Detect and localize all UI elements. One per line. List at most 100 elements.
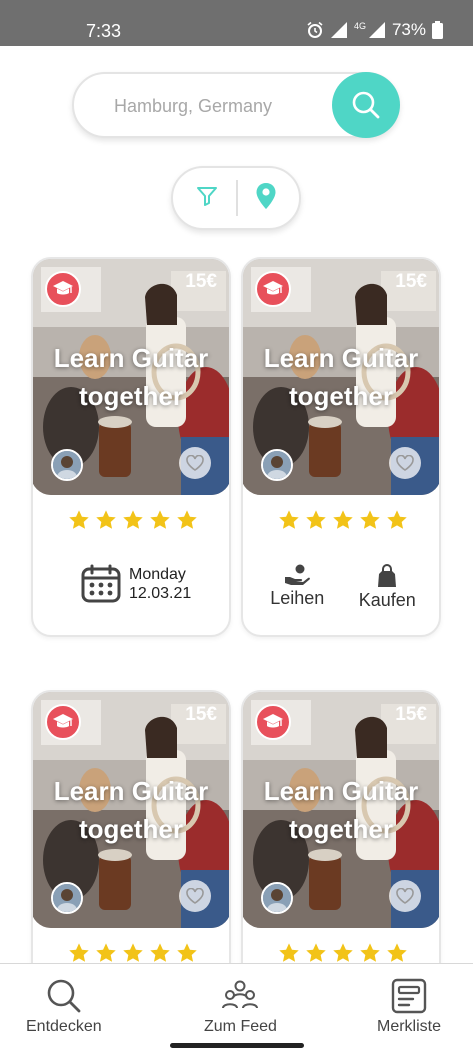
- course-title: Learn Guitar together: [53, 776, 209, 844]
- location-pin-icon: [256, 182, 276, 209]
- course-image: 15€ Learn Guitar together: [243, 259, 439, 495]
- signal-icon: [330, 22, 347, 38]
- avatar: [51, 882, 83, 914]
- rent-label: Leihen: [270, 588, 325, 608]
- status-bar: 7:33 4G 73%: [0, 0, 473, 46]
- date-value: 12.03.21: [129, 585, 192, 602]
- star-icon: [387, 943, 407, 962]
- star-icon: [360, 510, 380, 529]
- signal-4g-icon: [368, 22, 385, 38]
- heart-icon: [396, 455, 414, 471]
- rent-button[interactable]: Leihen: [270, 564, 324, 611]
- star-icon: [333, 943, 353, 962]
- buy-button[interactable]: Kaufen: [359, 564, 416, 611]
- shopping-bag-icon: [378, 564, 397, 587]
- course-card[interactable]: 15€ Learn Guitar together: [241, 690, 441, 1000]
- bottom-navigation: Entdecken Zum Feed Merkliste: [0, 963, 473, 1050]
- category-badge: [45, 271, 81, 307]
- nav-item-merkliste[interactable]: Merkliste: [377, 978, 441, 1036]
- home-indicator[interactable]: [170, 1043, 304, 1048]
- category-badge: [255, 704, 291, 740]
- location-button[interactable]: [255, 182, 277, 215]
- favorite-button[interactable]: [179, 447, 211, 479]
- alarm-icon: [307, 21, 323, 38]
- graduation-cap-icon: [53, 281, 73, 295]
- star-icon: [96, 510, 116, 529]
- nav-label: Zum Feed: [204, 1018, 277, 1035]
- pill-divider: [235, 180, 238, 216]
- star-icon: [150, 943, 170, 962]
- star-icon: [387, 510, 407, 529]
- rating-stars: [33, 942, 229, 964]
- star-icon: [69, 510, 89, 529]
- star-icon: [69, 943, 89, 962]
- search-button[interactable]: [332, 72, 400, 138]
- search-bar: [72, 72, 400, 138]
- heart-icon: [396, 888, 414, 904]
- price-label: 15€: [395, 271, 427, 292]
- favorite-button[interactable]: [389, 447, 421, 479]
- nav-item-zum-feed[interactable]: Zum Feed: [204, 978, 277, 1036]
- star-icon: [279, 943, 299, 962]
- category-badge: [255, 271, 291, 307]
- group-icon: [222, 980, 259, 1009]
- rating-stars: [33, 509, 229, 531]
- course-card[interactable]: 15€ Learn Guitar together: [31, 690, 231, 1000]
- card-actions: Leihen Kaufen: [243, 564, 439, 611]
- rating-stars: [243, 942, 439, 964]
- course-card[interactable]: 15€ Learn Guitar together Monday 12.03.2…: [31, 257, 231, 637]
- network-type: 4G: [353, 21, 366, 31]
- filter-icon: [197, 186, 218, 206]
- course-title: Learn Guitar together: [263, 776, 419, 844]
- star-icon: [177, 943, 197, 962]
- price-label: 15€: [185, 704, 217, 725]
- star-icon: [306, 510, 326, 529]
- course-title: Learn Guitar together: [263, 343, 419, 411]
- star-icon: [96, 943, 116, 962]
- heart-icon: [186, 455, 204, 471]
- star-icon: [150, 510, 170, 529]
- price-label: 15€: [395, 704, 427, 725]
- calendar-icon: [81, 564, 121, 603]
- rating-stars: [243, 509, 439, 531]
- avatar: [261, 882, 293, 914]
- graduation-cap-icon: [53, 714, 73, 728]
- date-day: Monday: [129, 566, 186, 583]
- star-icon: [360, 943, 380, 962]
- search-icon: [352, 91, 380, 119]
- search-icon: [47, 979, 81, 1013]
- star-icon: [279, 510, 299, 529]
- battery-percent: 73%: [391, 20, 426, 39]
- filter-button[interactable]: [195, 184, 219, 213]
- star-icon: [306, 943, 326, 962]
- course-title: Learn Guitar together: [53, 343, 209, 411]
- avatar: [261, 449, 293, 481]
- avatar: [51, 449, 83, 481]
- star-icon: [333, 510, 353, 529]
- course-image: 15€ Learn Guitar together: [243, 692, 439, 928]
- filter-location-pill: [171, 166, 301, 230]
- favorite-button[interactable]: [179, 880, 211, 912]
- hand-give-icon: [285, 564, 311, 585]
- bookmark-list-icon: [391, 978, 427, 1014]
- nav-label: Entdecken: [26, 1018, 102, 1035]
- nav-item-entdecken[interactable]: Entdecken: [26, 978, 102, 1036]
- star-icon: [177, 510, 197, 529]
- favorite-button[interactable]: [389, 880, 421, 912]
- star-icon: [123, 510, 143, 529]
- price-label: 15€: [185, 271, 217, 292]
- nav-label: Merkliste: [377, 1018, 442, 1035]
- status-icons: 4G 73%: [306, 20, 443, 40]
- battery-icon: [432, 21, 443, 39]
- course-card[interactable]: 15€ Learn Guitar together Leihen Kaufen: [241, 257, 441, 637]
- status-time: 7:33: [86, 21, 122, 41]
- category-badge: [45, 704, 81, 740]
- search-input[interactable]: [114, 92, 334, 120]
- course-image: 15€ Learn Guitar together: [33, 259, 229, 495]
- graduation-cap-icon: [263, 714, 283, 728]
- date-info: Monday 12.03.21: [81, 564, 191, 604]
- star-icon: [123, 943, 143, 962]
- heart-icon: [186, 888, 204, 904]
- course-image: 15€ Learn Guitar together: [33, 692, 229, 928]
- graduation-cap-icon: [263, 281, 283, 295]
